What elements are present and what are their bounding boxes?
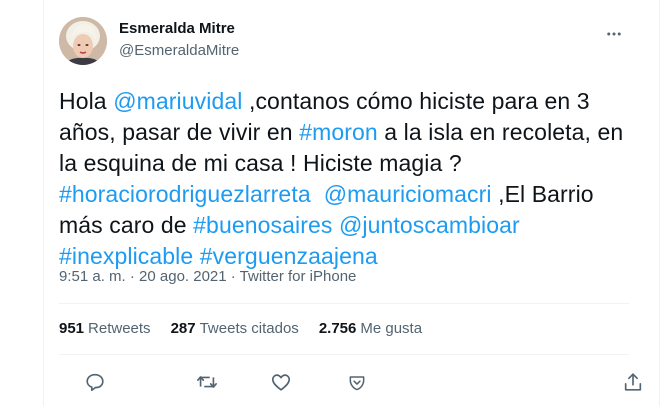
hashtag-link[interactable]: #buenosaires xyxy=(193,212,332,238)
tweet-text-line: la esquina de mi casa ! Hiciste magia ? xyxy=(59,148,619,179)
quotes-stat[interactable]: 287 Tweets citados xyxy=(171,320,299,337)
hashtag-link[interactable]: #moron xyxy=(299,119,378,145)
downvote-icon xyxy=(349,376,365,391)
tweet-text-segment: más caro de xyxy=(59,212,194,238)
tweet-text-segment: Hola xyxy=(59,88,114,114)
tweet-text-segment: a la isla en recoleta, en xyxy=(377,119,624,145)
tweet-text-segment: años, pasar de vivir en xyxy=(59,119,300,145)
hashtag-link[interactable]: #horaciorodriguezlarreta xyxy=(59,181,311,207)
divider xyxy=(59,303,629,304)
user-name[interactable]: Esmeralda Mitre xyxy=(119,20,235,37)
mention-link[interactable]: @mauriciomacri xyxy=(324,181,492,207)
action-bar xyxy=(44,367,660,397)
tweet-meta[interactable]: 9:51 a. m. · 20 ago. 2021 · Twitter for … xyxy=(59,268,356,285)
tweet-text-line: más caro de #buenosaires @juntoscambioar xyxy=(59,210,619,241)
downvote-button[interactable] xyxy=(342,367,372,397)
reply-button[interactable] xyxy=(80,367,110,397)
tweet-text-line: #horaciorodriguezlarreta @mauriciomacri … xyxy=(59,179,619,210)
mention-link[interactable]: @mariuvidal xyxy=(113,88,242,114)
hashtag-link[interactable]: #verguenzaajena xyxy=(200,243,378,269)
tweet-text-line: Hola @mariuvidal ,contanos cómo hiciste … xyxy=(59,86,619,117)
quotes-count: 287 xyxy=(170,320,196,337)
likes-label: Me gusta xyxy=(360,320,423,337)
tweet-text-segment: la esquina de mi casa ! Hiciste magia ? xyxy=(59,150,462,176)
more-button[interactable] xyxy=(602,22,626,46)
share-icon xyxy=(624,373,642,391)
retweets-count: 951 xyxy=(59,320,85,337)
retweet-button[interactable] xyxy=(192,367,222,397)
like-icon xyxy=(271,374,291,391)
user-handle[interactable]: @EsmeraldaMitre xyxy=(119,42,239,59)
likes-stat[interactable]: 2.756 Me gusta xyxy=(319,320,422,337)
more-icon xyxy=(607,32,621,36)
tweet-text-segment: ,El Barrio xyxy=(491,181,594,207)
tweet-text-segment xyxy=(311,181,324,207)
reply-icon xyxy=(86,373,104,392)
mention-link[interactable]: @juntoscambioar xyxy=(339,212,520,238)
tweet-text-line: años, pasar de vivir en #moron a la isla… xyxy=(59,117,623,148)
retweet-icon xyxy=(197,376,217,388)
tweet-text-segment: ,contanos cómo hiciste para en 3 xyxy=(242,88,590,114)
quotes-label: Tweets citados xyxy=(199,320,299,337)
likes-count: 2.756 xyxy=(318,320,357,337)
tweet-stats: 951 Retweets 287 Tweets citados 2.756 Me gu… xyxy=(59,320,422,337)
share-button[interactable] xyxy=(618,367,648,397)
hashtag-link[interactable]: #inexplicable xyxy=(59,243,193,269)
divider xyxy=(59,354,629,355)
avatar-image xyxy=(59,17,107,65)
tweet-text: Hola @mariuvidal ,contanos cómo hiciste … xyxy=(59,86,623,272)
avatar[interactable] xyxy=(59,17,107,65)
tweet-card: Esmeralda Mitre @EsmeraldaMitre Hola @ma… xyxy=(43,0,660,406)
retweets-label: Retweets xyxy=(88,320,151,337)
retweets-stat[interactable]: 951 Retweets xyxy=(59,320,151,337)
like-button[interactable] xyxy=(266,367,296,397)
